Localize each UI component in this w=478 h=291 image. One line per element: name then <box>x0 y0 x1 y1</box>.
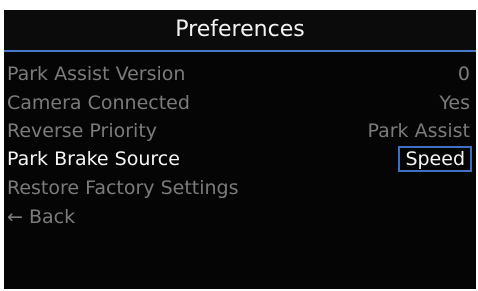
title-underline <box>4 50 476 52</box>
menu-item-reverse-priority[interactable]: Reverse Priority Park Assist <box>4 118 476 144</box>
menu-item-value: 0 <box>457 63 470 85</box>
menu-item-camera-connected[interactable]: Camera Connected Yes <box>4 90 476 116</box>
display-screen: Preferences Park Assist Version 0 Camera… <box>4 10 476 289</box>
menu-item-label: Restore Factory Settings <box>7 177 239 199</box>
menu-item-label: Park Assist Version <box>7 63 186 85</box>
menu-item-restore-factory-settings[interactable]: Restore Factory Settings <box>4 175 476 201</box>
menu-item-value: Yes <box>439 92 470 114</box>
menu-item-park-assist-version[interactable]: Park Assist Version 0 <box>4 61 476 87</box>
back-label: ← Back <box>7 206 76 228</box>
menu-item-label: Reverse Priority <box>7 120 158 142</box>
menu-item-label: Camera Connected <box>7 92 190 114</box>
menu-item-label: Park Brake Source <box>7 148 180 170</box>
menu-item-value: Park Assist <box>367 120 470 142</box>
title-bar: Preferences <box>4 10 476 52</box>
page-title: Preferences <box>175 17 305 42</box>
back-button[interactable]: ← Back <box>4 204 476 230</box>
selected-value-box[interactable]: Speed <box>398 146 472 172</box>
menu-item-park-brake-source[interactable]: Park Brake Source Speed <box>4 146 476 172</box>
